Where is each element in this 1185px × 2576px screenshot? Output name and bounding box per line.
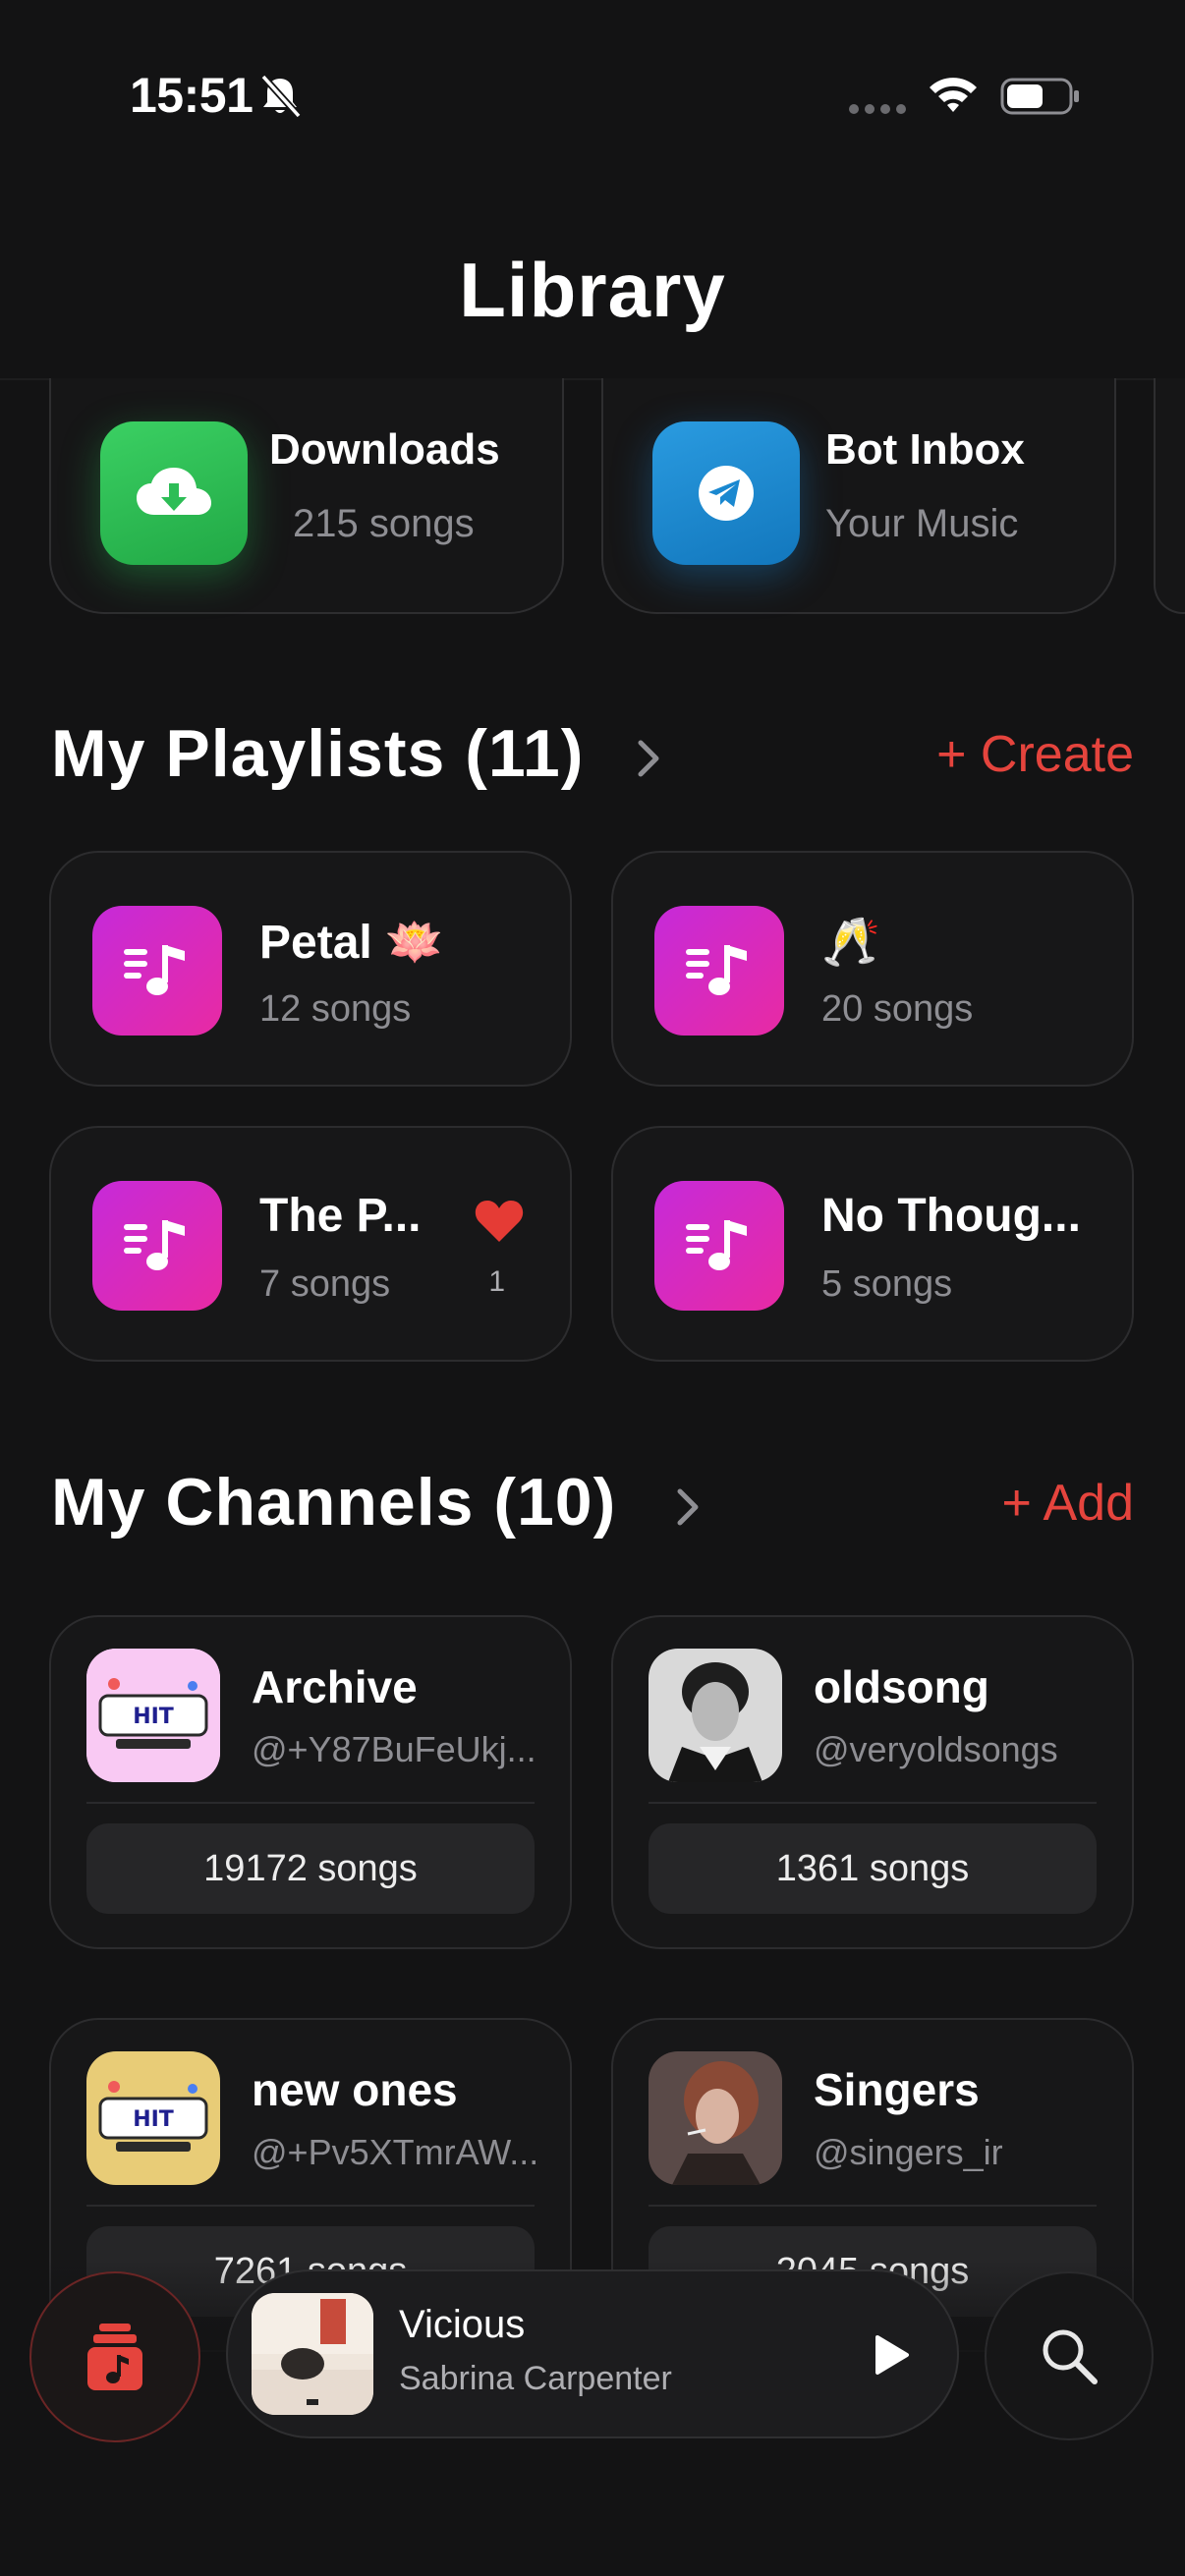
- bot-inbox-title: Bot Inbox: [825, 425, 1025, 474]
- create-playlist-button[interactable]: + Create: [936, 725, 1134, 784]
- channel-avatar: [649, 1649, 782, 1782]
- channel-name: Archive: [252, 1661, 418, 1712]
- chevron-right-icon[interactable]: [635, 737, 662, 780]
- quick-card-partial[interactable]: [1154, 378, 1185, 614]
- wifi-icon: [930, 78, 977, 112]
- playlists-section-title[interactable]: My Playlists (11): [51, 715, 584, 792]
- cloud-download-icon: [100, 421, 248, 565]
- telegram-icon: [652, 421, 800, 565]
- page-title: Library: [459, 247, 726, 333]
- track-artist: Sabrina Carpenter: [399, 2360, 672, 2397]
- playlist-name: Petal 🪷: [259, 917, 444, 969]
- channel-name: new ones: [252, 2064, 458, 2115]
- channel-handle: @veryoldsongs: [814, 1729, 1058, 1769]
- playlist-card[interactable]: 🥂 20 songs: [611, 851, 1134, 1087]
- search-button[interactable]: [985, 2271, 1154, 2440]
- channel-avatar: HIT: [86, 2051, 220, 2185]
- like-count: 1: [488, 1265, 505, 1298]
- playlist-card[interactable]: The P... 7 songs 1: [49, 1126, 572, 1362]
- search-icon: [1043, 2329, 1098, 2384]
- downloads-title: Downloads: [269, 425, 500, 474]
- library-tab-button[interactable]: [29, 2271, 200, 2442]
- channel-song-count[interactable]: 1361 songs: [649, 1823, 1097, 1914]
- heart-icon: [475, 1201, 524, 1242]
- playlist-count: 12 songs: [259, 988, 412, 1030]
- music-note-icon: [92, 1181, 222, 1311]
- playlist-count: 5 songs: [821, 1263, 953, 1305]
- signal-dots-icon: [849, 104, 906, 114]
- bot-inbox-card[interactable]: Bot Inbox Your Music: [601, 378, 1116, 614]
- status-bar: 15:51: [0, 0, 1185, 196]
- album-art: [252, 2293, 373, 2415]
- music-note-icon: [654, 1181, 784, 1311]
- status-time: 15:51: [130, 68, 254, 123]
- playlist-name: 🥂: [821, 917, 880, 969]
- playlist-card[interactable]: No Thoug... 5 songs: [611, 1126, 1134, 1362]
- channel-avatar: HIT: [86, 1649, 220, 1782]
- channel-card[interactable]: oldsong @veryoldsongs 1361 songs: [611, 1615, 1134, 1949]
- track-title: Vicious: [399, 2303, 526, 2346]
- channel-card[interactable]: HIT Archive @+Y87BuFeUkj... 19172 songs: [49, 1615, 572, 1949]
- bot-inbox-subtitle: Your Music: [825, 502, 1019, 545]
- channel-avatar: [649, 2051, 782, 2185]
- playlist-name: No Thoug...: [821, 1190, 1081, 1242]
- downloads-subtitle: 215 songs: [293, 502, 475, 545]
- svg-text:HIT: HIT: [133, 2107, 174, 2132]
- playlist-card[interactable]: Petal 🪷 12 songs: [49, 851, 572, 1087]
- channel-name: Singers: [814, 2064, 980, 2115]
- play-button[interactable]: [857, 2321, 926, 2389]
- music-note-icon: [654, 906, 784, 1036]
- battery-icon: [1000, 78, 1079, 115]
- channel-handle: @+Pv5XTmrAW...: [252, 2132, 539, 2172]
- music-note-icon: [92, 906, 222, 1036]
- channel-handle: @singers_ir: [814, 2132, 1003, 2172]
- divider: [86, 1802, 535, 1804]
- playlist-name: The P...: [259, 1190, 422, 1242]
- playlist-count: 7 songs: [259, 1263, 391, 1305]
- bell-off-icon: [260, 74, 302, 119]
- add-channel-button[interactable]: + Add: [1002, 1474, 1134, 1533]
- divider: [649, 2205, 1097, 2207]
- channel-song-count[interactable]: 19172 songs: [86, 1823, 535, 1914]
- divider: [86, 2205, 535, 2207]
- play-icon: [875, 2335, 909, 2375]
- chevron-right-icon[interactable]: [674, 1485, 702, 1529]
- mini-player[interactable]: Vicious Sabrina Carpenter: [226, 2269, 959, 2438]
- channel-name: oldsong: [814, 1661, 989, 1712]
- svg-text:HIT: HIT: [133, 1705, 174, 1729]
- channel-handle: @+Y87BuFeUkj...: [252, 1729, 536, 1769]
- channels-section-title[interactable]: My Channels (10): [51, 1464, 616, 1540]
- library-stack-icon: [87, 2324, 142, 2390]
- divider: [649, 1802, 1097, 1804]
- downloads-card[interactable]: Downloads 215 songs: [49, 378, 564, 614]
- playlist-count: 20 songs: [821, 988, 974, 1030]
